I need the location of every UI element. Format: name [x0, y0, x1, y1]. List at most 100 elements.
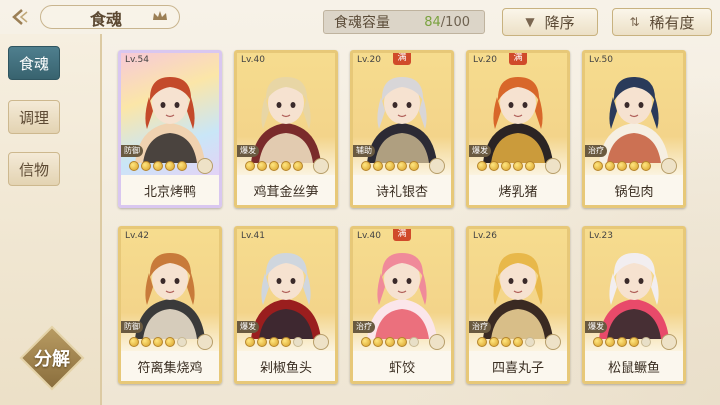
star-icon: [501, 337, 511, 347]
star-icon: [397, 161, 407, 171]
capacity-value: 84/100: [424, 15, 470, 30]
level-label: Lv.26: [473, 231, 497, 241]
star-icon: [257, 337, 267, 347]
star-icon: [477, 161, 487, 171]
bond-icon: [197, 334, 213, 350]
star-icon: [513, 161, 523, 171]
food-soul-name: 锅包肉: [585, 175, 683, 205]
max-badge-icon: 满: [393, 53, 411, 65]
food-soul-card[interactable]: Lv.40 爆发 鸡茸金丝笋: [234, 50, 338, 208]
star-rating: [361, 161, 419, 173]
triangle-down-icon: ▼: [525, 15, 535, 29]
star-rating: [361, 337, 419, 349]
star-icon: [385, 161, 395, 171]
sort-by-button[interactable]: ⇅ 稀有度: [612, 8, 712, 36]
star-rating: [245, 337, 303, 349]
star-icon: [269, 337, 279, 347]
role-badge: 防御: [121, 321, 143, 333]
star-icon: [165, 337, 175, 347]
food-soul-card[interactable]: Lv.42 防御 符离集烧鸡: [118, 226, 222, 384]
capacity-display: 食魂容量 84/100: [323, 10, 485, 34]
food-soul-card[interactable]: Lv.54 防御 北京烤鸭: [118, 50, 222, 208]
capacity-max: /100: [440, 14, 470, 30]
bond-icon: [313, 334, 329, 350]
star-icon: [177, 337, 187, 347]
star-icon: [165, 161, 175, 171]
food-soul-card[interactable]: Lv.26 治疗 四喜丸子: [466, 226, 570, 384]
bond-icon: [545, 334, 561, 350]
level-label: Lv.41: [241, 231, 265, 241]
capacity-current: 84: [424, 14, 441, 30]
level-label: Lv.50: [589, 55, 613, 65]
max-badge-icon: 满: [393, 229, 411, 241]
level-label: Lv.40: [357, 231, 381, 241]
page-title: 食魂: [90, 10, 123, 29]
tab-food-souls[interactable]: 食魂: [8, 46, 60, 80]
star-icon: [293, 161, 303, 171]
bond-icon: [313, 158, 329, 174]
capacity-label: 食魂容量: [334, 15, 390, 31]
level-label: Lv.54: [125, 55, 149, 65]
crown-icon: [153, 11, 167, 20]
level-label: Lv.42: [125, 231, 149, 241]
star-icon: [593, 161, 603, 171]
star-icon: [409, 161, 419, 171]
star-icon: [153, 161, 163, 171]
star-rating: [477, 337, 535, 349]
food-soul-name: 剁椒鱼头: [237, 351, 335, 381]
star-icon: [641, 337, 651, 347]
food-soul-card[interactable]: Lv.41 爆发 剁椒鱼头: [234, 226, 338, 384]
star-icon: [617, 337, 627, 347]
star-icon: [385, 337, 395, 347]
star-icon: [257, 161, 267, 171]
food-soul-card[interactable]: Lv.20 满 爆发 烤乳猪: [466, 50, 570, 208]
food-soul-name: 诗礼银杏: [353, 175, 451, 205]
star-icon: [245, 161, 255, 171]
bond-icon: [429, 158, 445, 174]
star-icon: [397, 337, 407, 347]
food-soul-card[interactable]: Lv.40 满 治疗 虾饺: [350, 226, 454, 384]
role-badge: 爆发: [237, 145, 259, 157]
star-rating: [593, 337, 651, 349]
back-button[interactable]: [6, 4, 36, 30]
star-icon: [629, 161, 639, 171]
tab-label: 调理: [18, 108, 49, 127]
star-icon: [489, 337, 499, 347]
food-soul-name: 鸡茸金丝笋: [237, 175, 335, 205]
tab-label: 信物: [18, 160, 49, 179]
food-soul-name: 四喜丸子: [469, 351, 567, 381]
tab-conditioning[interactable]: 调理: [8, 100, 60, 134]
decompose-button[interactable]: 分解: [16, 325, 88, 391]
max-badge-icon: 满: [509, 53, 527, 65]
sort-order-button[interactable]: ▼ 降序: [502, 8, 598, 36]
role-badge: 治疗: [469, 321, 491, 333]
star-rating: [129, 161, 187, 173]
food-soul-name: 北京烤鸭: [121, 175, 219, 205]
star-rating: [245, 161, 303, 173]
star-icon: [501, 161, 511, 171]
star-icon: [525, 161, 535, 171]
star-icon: [177, 161, 187, 171]
role-badge: 防御: [121, 145, 143, 157]
star-icon: [129, 337, 139, 347]
star-icon: [477, 337, 487, 347]
star-icon: [525, 337, 535, 347]
role-badge: 治疗: [353, 321, 375, 333]
food-soul-card[interactable]: Lv.20 满 辅助 诗礼银杏: [350, 50, 454, 208]
bond-icon: [545, 158, 561, 174]
role-badge: 爆发: [469, 145, 491, 157]
star-icon: [269, 161, 279, 171]
tab-tokens[interactable]: 信物: [8, 152, 60, 186]
role-badge: 爆发: [237, 321, 259, 333]
role-badge: 爆发: [585, 321, 607, 333]
star-rating: [477, 161, 535, 173]
star-icon: [141, 337, 151, 347]
food-soul-card[interactable]: Lv.50 治疗 锅包肉: [582, 50, 686, 208]
food-soul-card[interactable]: Lv.23 爆发 松鼠鳜鱼: [582, 226, 686, 384]
decompose-label: 分解: [34, 349, 70, 370]
star-icon: [409, 337, 419, 347]
level-label: Lv.40: [241, 55, 265, 65]
star-icon: [617, 161, 627, 171]
bond-icon: [661, 158, 677, 174]
bond-icon: [429, 334, 445, 350]
